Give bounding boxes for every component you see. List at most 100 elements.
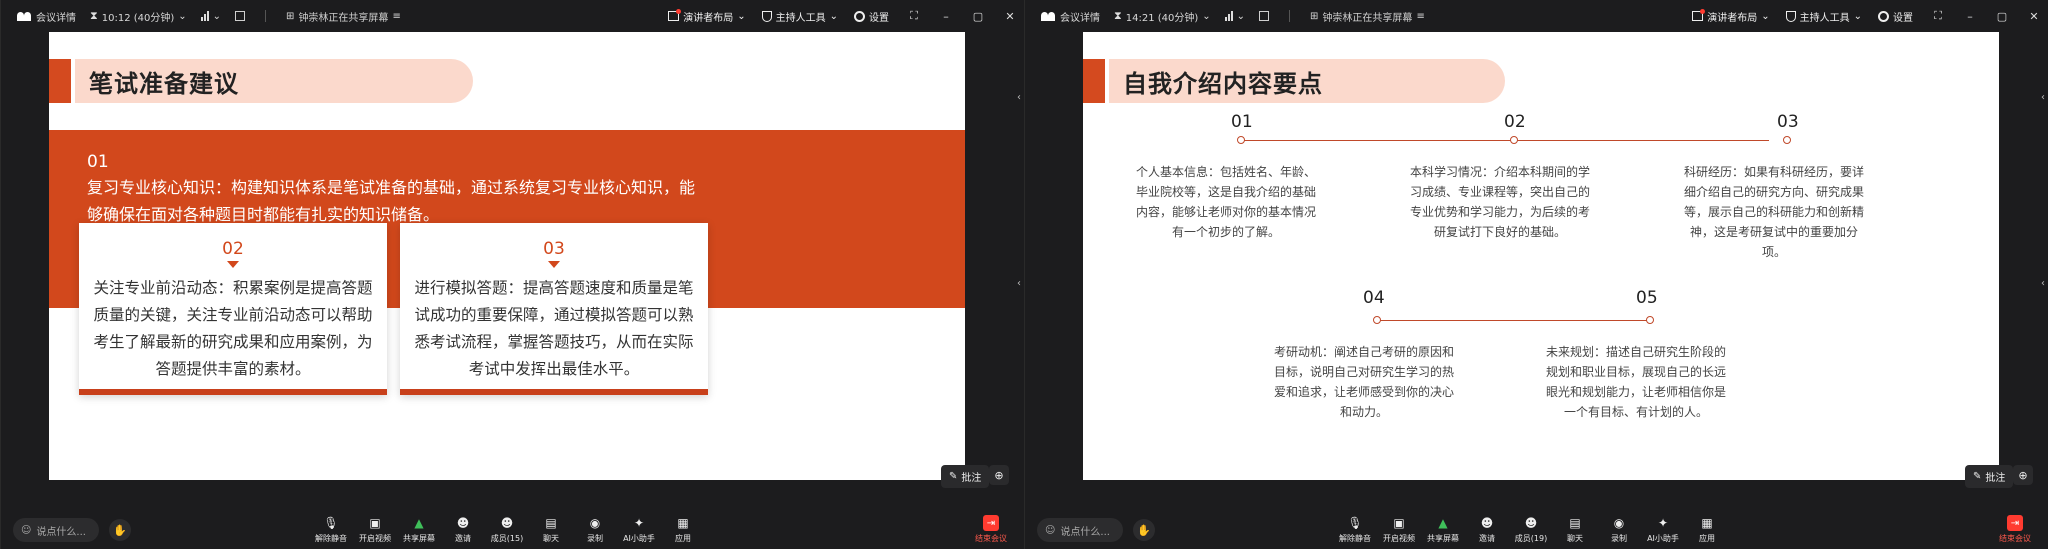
fullscreen-icon[interactable]: ⛶ bbox=[907, 9, 921, 23]
meeting-info-button[interactable]: 会议详情 bbox=[17, 9, 76, 24]
members-button[interactable]: ☻ 成员(15) bbox=[485, 515, 529, 544]
minimize-icon[interactable]: – bbox=[1963, 10, 1977, 23]
chat-icon: ▤ bbox=[1569, 516, 1581, 530]
point-04-number: 04 bbox=[1363, 288, 1385, 308]
settings-button[interactable]: 设置 bbox=[1878, 9, 1913, 24]
point-03-text: 科研经历：如果有科研经历，要详细介绍自己的研究方向、研究成果等，展示自己的科研能… bbox=[1683, 165, 1864, 259]
collapse-panel-icon[interactable]: ‹ bbox=[2038, 272, 2048, 294]
chat-input[interactable]: ☺ 说点什么... bbox=[1037, 518, 1123, 542]
maximize-icon[interactable]: ▢ bbox=[971, 10, 985, 23]
point-03-number: 03 bbox=[543, 239, 565, 259]
raise-hand-icon[interactable]: ✋ bbox=[1133, 519, 1155, 541]
chat-input[interactable]: ☺ 说点什么... bbox=[13, 518, 99, 542]
share-screen-button[interactable]: ▲ 共享屏幕 bbox=[1421, 515, 1465, 544]
annotate-button[interactable]: ✎ 批注 bbox=[1965, 465, 2014, 488]
ai-assistant-button[interactable]: ✦ AI小助手 bbox=[1641, 515, 1685, 544]
external-link-icon[interactable] bbox=[235, 11, 246, 21]
minimize-icon[interactable]: – bbox=[939, 10, 953, 23]
share-screen-icon: ▲ bbox=[1438, 516, 1448, 530]
bottom-toolbar: ☺ 说点什么... ✋ 🎙 解除静音 ▣ 开启视频 ▲ 共享屏幕 ☻ 邀请 ☻ 成员(15… bbox=[1, 511, 1024, 549]
collapse-panel-icon[interactable]: ‹ bbox=[1014, 272, 1024, 294]
collapse-panel-icon[interactable]: ‹ bbox=[1014, 86, 1024, 108]
host-tools-button[interactable]: 主持人工具 ⌄ bbox=[761, 9, 838, 24]
pin-icon: ⊞ bbox=[286, 10, 295, 22]
apps-button[interactable]: ▦ 应用 bbox=[661, 515, 705, 544]
point-01-number: 01 bbox=[87, 152, 109, 172]
emoji-icon: ☺ bbox=[1045, 524, 1056, 536]
chevron-down-icon: ⌄ bbox=[737, 10, 746, 22]
annotate-button[interactable]: ✎ 批注 bbox=[941, 465, 990, 488]
point-03-card: 03 进行模拟答题：提高答题速度和质量是笔试成功的重要保障，通过模拟答题可以熟悉… bbox=[400, 223, 708, 395]
mic-muted-icon: 🎙 bbox=[1347, 516, 1363, 530]
chat-button[interactable]: ▤ 聊天 bbox=[529, 515, 573, 544]
add-user-icon: ☻ bbox=[1480, 516, 1494, 530]
presenter-layout-button[interactable]: 演讲者布局 ⌄ bbox=[668, 9, 746, 24]
close-icon[interactable]: ✕ bbox=[1003, 10, 1017, 23]
point-02-text: 关注专业前沿动态：积累案例是提高答题质量的关键，关注专业前沿动态可以帮助考生了解… bbox=[93, 279, 373, 378]
apps-icon: ▦ bbox=[1701, 516, 1713, 530]
start-video-button[interactable]: ▣ 开启视频 bbox=[1377, 515, 1421, 544]
chat-button[interactable]: ▤ 聊天 bbox=[1553, 515, 1597, 544]
presenter-layout-button[interactable]: 演讲者布局 ⌄ bbox=[1692, 9, 1770, 24]
apps-button[interactable]: ▦ 应用 bbox=[1685, 515, 1729, 544]
chevron-down-icon: ⌄ bbox=[212, 10, 222, 22]
invite-button[interactable]: ☻ 邀请 bbox=[1465, 515, 1509, 544]
meeting-timer[interactable]: ⧗ 10:12 (40分钟) ⌄ bbox=[90, 9, 187, 24]
point-01-text: 个人基本信息：包括姓名、年龄、毕业院校等，这是自我介绍的基础内容，能够让老师对你… bbox=[1135, 165, 1316, 239]
share-screen-button[interactable]: ▲ 共享屏幕 bbox=[397, 515, 441, 544]
top-bar: 会议详情 ⧗ 10:12 (40分钟) ⌄ ⌄ ⊞ 钟崇林正在共享屏幕 ≡ 演讲… bbox=[1, 0, 1024, 32]
end-meeting-button[interactable]: ⇥ 结束会议 bbox=[975, 515, 1007, 544]
raise-hand-icon[interactable]: ✋ bbox=[109, 519, 131, 541]
close-icon[interactable]: ✕ bbox=[2027, 10, 2041, 23]
meeting-window-right: 会议详情 ⧗ 14:21 (40分钟) ⌄ ⌄ ⊞ 钟崇林正在共享屏幕 ≡ 演讲… bbox=[1024, 0, 2048, 549]
divider bbox=[265, 10, 267, 22]
gear-icon bbox=[854, 10, 865, 22]
slide-title: 笔试准备建议 bbox=[49, 59, 489, 103]
end-meeting-button[interactable]: ⇥ 结束会议 bbox=[1999, 515, 2031, 544]
unmute-button[interactable]: 🎙 解除静音 bbox=[309, 515, 353, 544]
collapse-panel-icon[interactable]: ‹ bbox=[2038, 86, 2048, 108]
meeting-info-button[interactable]: 会议详情 bbox=[1041, 9, 1100, 24]
maximize-icon[interactable]: ▢ bbox=[1995, 10, 2009, 23]
top-bar: 会议详情 ⧗ 14:21 (40分钟) ⌄ ⌄ ⊞ 钟崇林正在共享屏幕 ≡ 演讲… bbox=[1025, 0, 2048, 32]
triangle-down-icon bbox=[548, 261, 560, 268]
share-status[interactable]: ⊞ 钟崇林正在共享屏幕 ≡ bbox=[1310, 9, 1425, 24]
layout-icon bbox=[1692, 9, 1706, 21]
screen: 会议详情 ⧗ 10:12 (40分钟) ⌄ ⌄ ⊞ 钟崇林正在共享屏幕 ≡ 演讲… bbox=[0, 0, 2048, 549]
toolbar-buttons: 🎙 解除静音 ▣ 开启视频 ▲ 共享屏幕 ☻ 邀请 ☻ 成员(19) ▤ 聊天 ◉ 录制 ✦ A… bbox=[1333, 515, 1729, 544]
point-01-number: 01 bbox=[1231, 112, 1253, 132]
unmute-button[interactable]: 🎙 解除静音 bbox=[1333, 515, 1377, 544]
zoom-icon[interactable]: ⊕ bbox=[2013, 465, 2033, 485]
record-icon: ◉ bbox=[1613, 516, 1625, 530]
settings-button[interactable]: 设置 bbox=[854, 9, 889, 24]
start-video-button[interactable]: ▣ 开启视频 bbox=[353, 515, 397, 544]
timeline-dot bbox=[1373, 316, 1381, 324]
record-button[interactable]: ◉ 录制 bbox=[573, 515, 617, 544]
meeting-timer[interactable]: ⧗ 14:21 (40分钟) ⌄ bbox=[1114, 9, 1211, 24]
fullscreen-icon[interactable]: ⛶ bbox=[1931, 9, 1945, 23]
point-05-number: 05 bbox=[1636, 288, 1658, 308]
timeline-dot bbox=[1783, 136, 1791, 144]
host-tools-button[interactable]: 主持人工具 ⌄ bbox=[1785, 9, 1862, 24]
share-screen-icon: ▲ bbox=[414, 516, 424, 530]
external-link-icon[interactable] bbox=[1259, 11, 1270, 21]
members-icon: ☻ bbox=[1524, 516, 1538, 530]
signal-indicator[interactable]: ⌄ bbox=[1224, 11, 1245, 22]
slide-title: 自我介绍内容要点 bbox=[1083, 59, 1523, 103]
shared-slide: 自我介绍内容要点 01 02 03 个人基本信息：包括姓名、年龄、毕业院校等，这… bbox=[1083, 32, 1999, 480]
ai-assistant-button[interactable]: ✦ AI小助手 bbox=[617, 515, 661, 544]
ai-assistant-icon: ✦ bbox=[1657, 516, 1669, 530]
exit-icon: ⇥ bbox=[2007, 515, 2023, 531]
record-button[interactable]: ◉ 录制 bbox=[1597, 515, 1641, 544]
triangle-down-icon bbox=[227, 261, 239, 268]
invite-button[interactable]: ☻ 邀请 bbox=[441, 515, 485, 544]
share-status[interactable]: ⊞ 钟崇林正在共享屏幕 ≡ bbox=[286, 9, 401, 24]
chevron-down-icon: ⌄ bbox=[1202, 10, 1211, 22]
signal-indicator[interactable]: ⌄ bbox=[200, 10, 222, 22]
point-01-text: 复习专业核心知识：构建知识体系是笔试准备的基础，通过系统复习专业核心知识，能够确… bbox=[87, 178, 696, 224]
signal-bars-icon bbox=[200, 11, 209, 21]
zoom-icon[interactable]: ⊕ bbox=[989, 465, 1009, 485]
hourglass-icon: ⧗ bbox=[1114, 9, 1122, 22]
gear-icon bbox=[1878, 10, 1889, 22]
members-button[interactable]: ☻ 成员(19) bbox=[1509, 515, 1553, 544]
